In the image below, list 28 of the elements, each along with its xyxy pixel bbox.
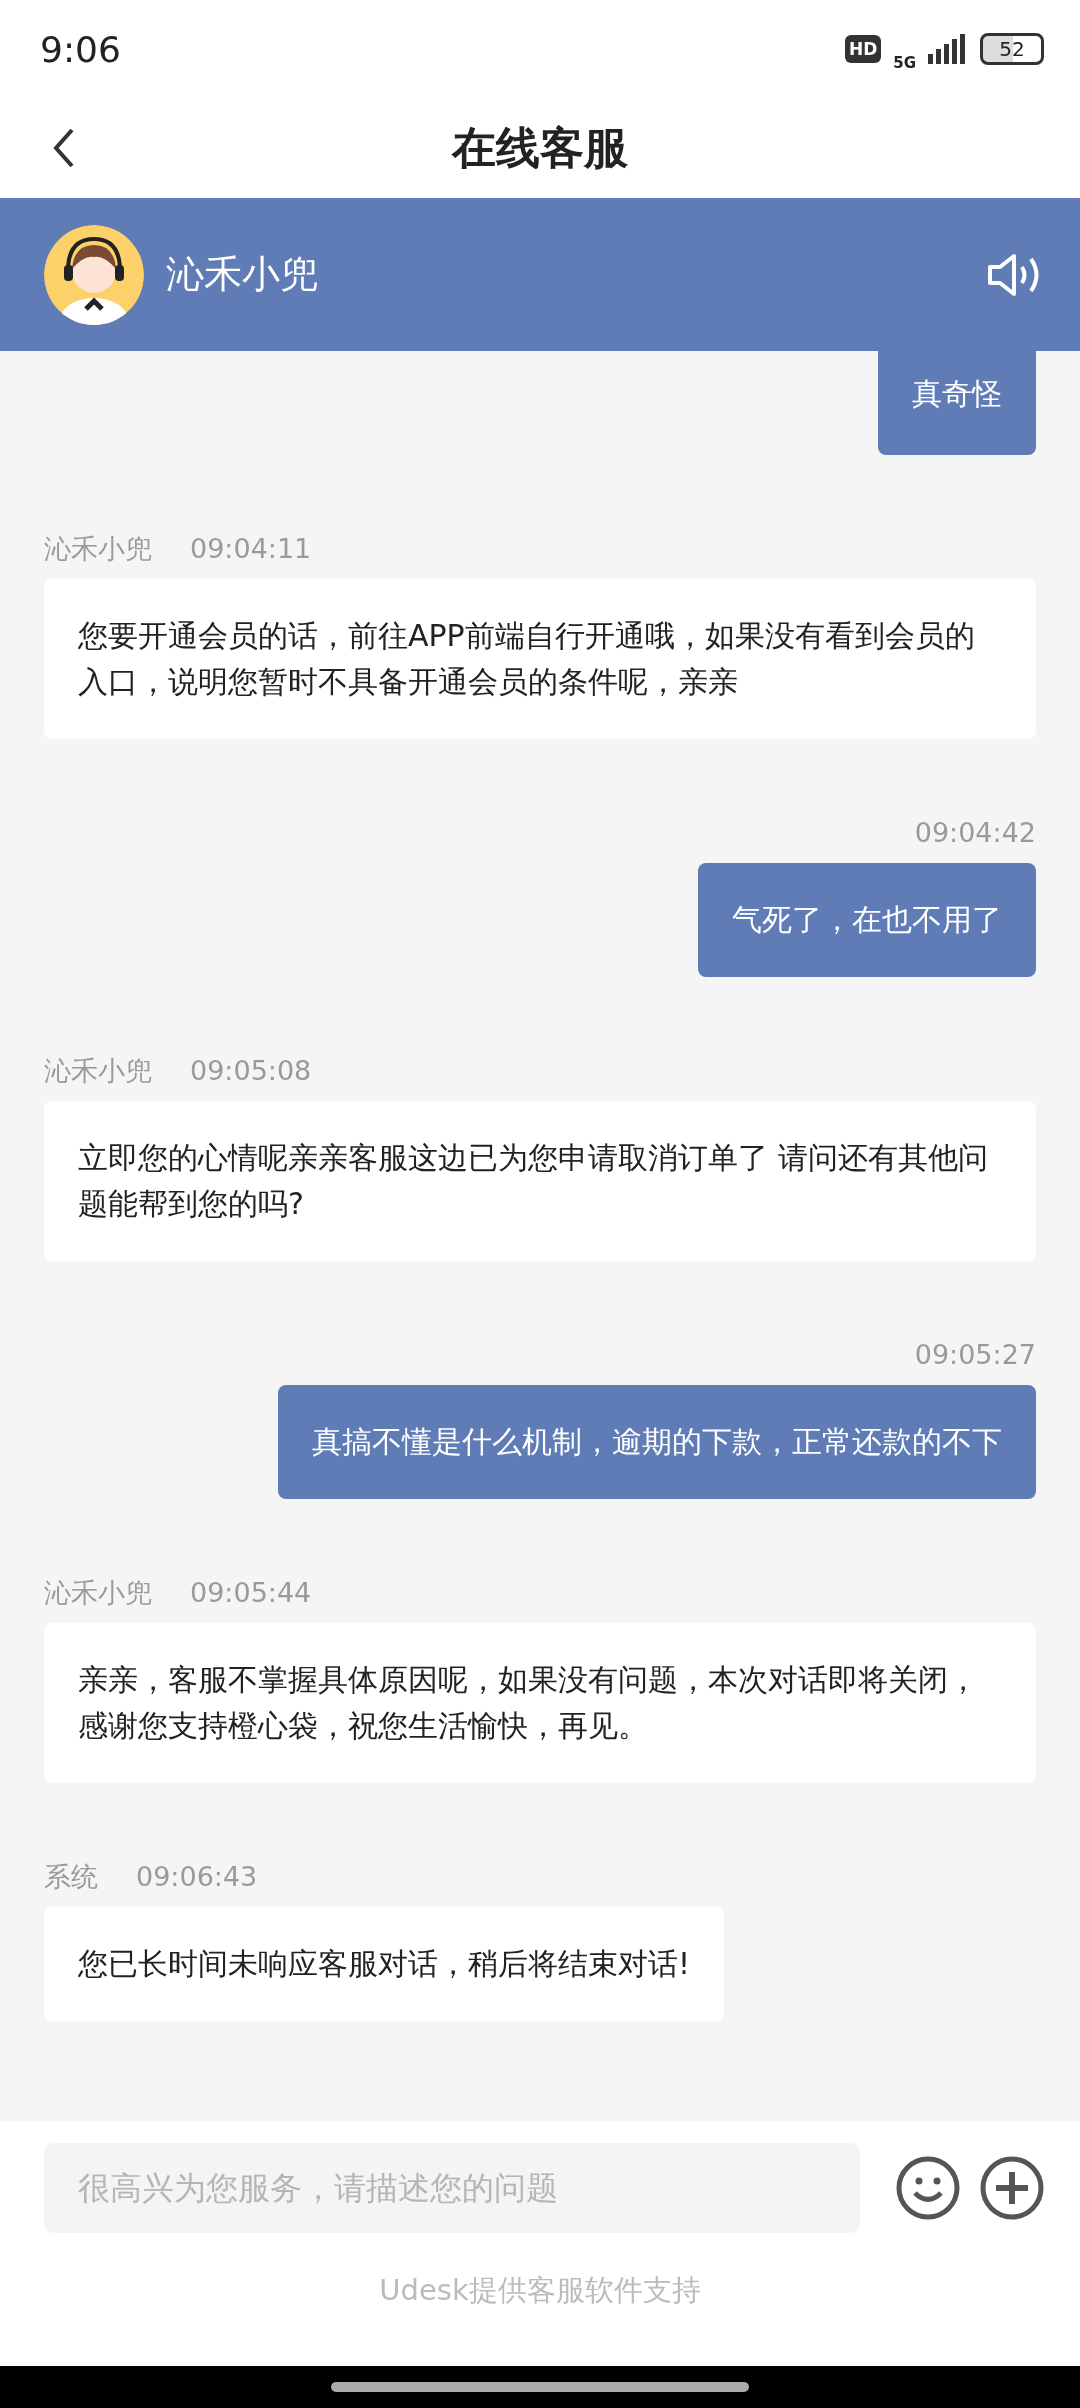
message-time: 09:04:42	[914, 817, 1036, 849]
battery-indicator: 52	[980, 33, 1044, 65]
network-label: 5G	[893, 54, 916, 72]
message-time: 09:06:43	[136, 1861, 258, 1893]
message-time: 09:04:11	[190, 533, 312, 565]
message-bubble: 您已长时间未响应客服对话，稍后将结束对话!	[44, 1907, 725, 2021]
sender-name: 沁禾小兜	[44, 1577, 152, 1609]
signal-icon	[928, 34, 968, 64]
message-time: 09:05:08	[190, 1055, 312, 1087]
message-time: 09:05:27	[914, 1339, 1036, 1371]
message-bubble: 气死了，在也不用了	[698, 863, 1036, 977]
message-bubble: 立即您的心情呢亲亲客服这边已为您申请取消订单了 请问还有其他问题能帮到您的吗?	[44, 1101, 1036, 1261]
page-title: 在线客服	[452, 121, 628, 173]
sender-name: 沁禾小兜	[44, 1055, 152, 1087]
message-time: 09:05:44	[190, 1577, 312, 1609]
emoji-icon[interactable]	[896, 2156, 960, 2220]
message-bubble: 真奇怪	[878, 351, 1036, 455]
status-time: 9:06	[40, 28, 122, 70]
message-input[interactable]: 很高兴为您服务，请描述您的问题	[44, 2143, 860, 2233]
message-bubble: 亲亲，客服不掌握具体原因呢，如果没有问题，本次对话即将关闭，感谢您支持橙心袋，祝您生活愉快，再见。	[44, 1623, 1036, 1783]
agent-name: 沁禾小兜	[166, 251, 319, 298]
message-bubble: 您要开通会员的话，前往APP前端自行开通哦，如果没有看到会员的入口，说明您暂时不具备开通会员的条件呢，亲亲	[44, 579, 1036, 739]
footer-text: Udesk提供客服软件支持	[379, 2273, 701, 2307]
sender-name: 系统	[44, 1861, 98, 1893]
hd-badge: HD	[844, 35, 882, 63]
message-bubble: 真搞不懂是什么机制，逾期的下款，正常还款的不下	[278, 1385, 1036, 1499]
sender-name: 沁禾小兜	[44, 533, 152, 565]
plus-icon[interactable]	[980, 2156, 1044, 2220]
